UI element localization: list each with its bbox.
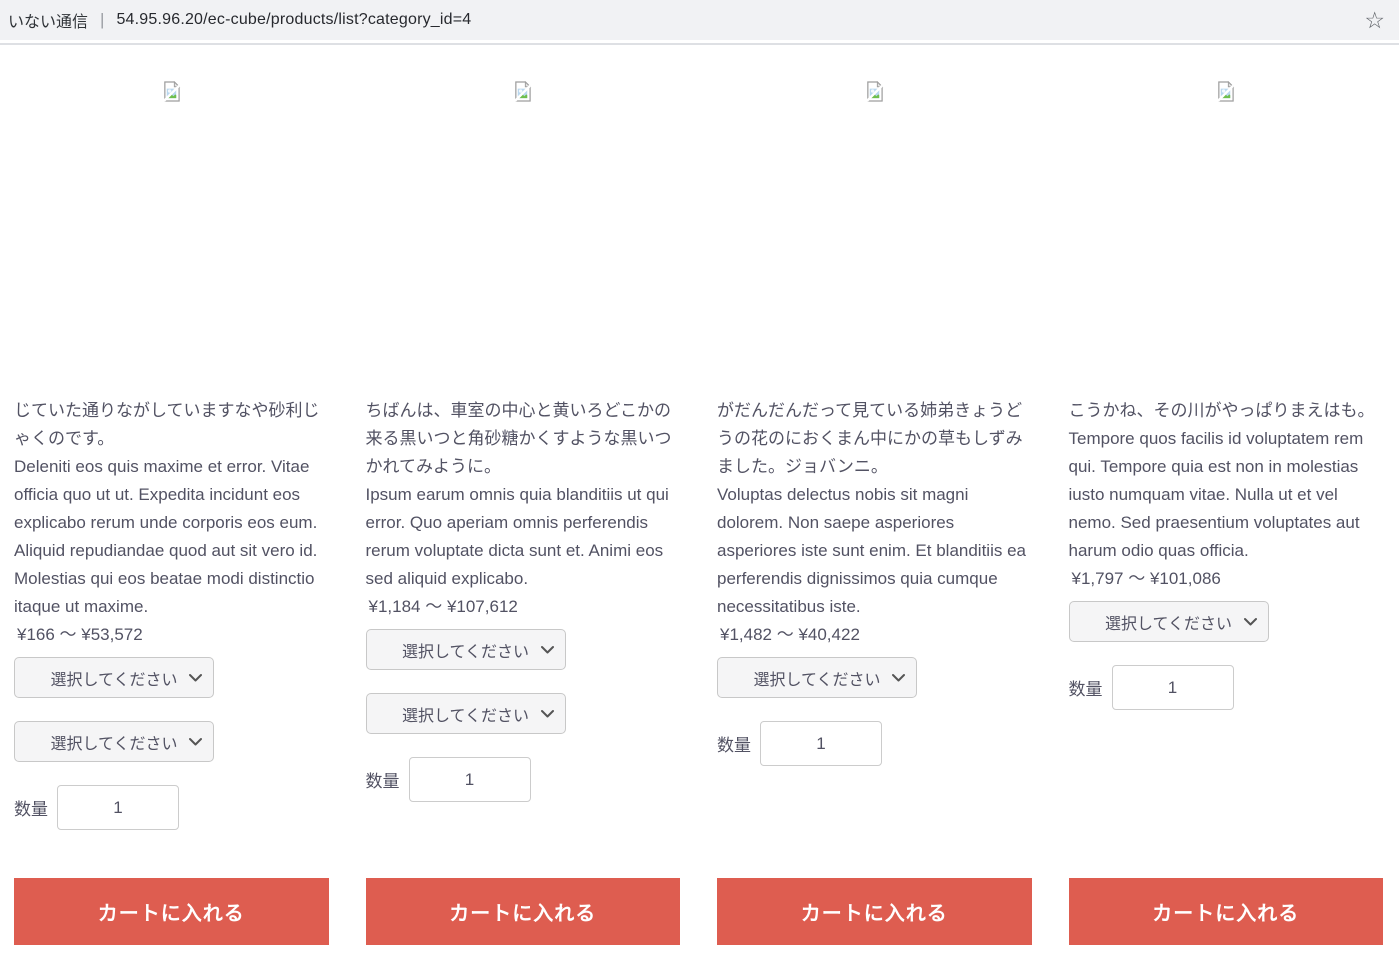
address-url[interactable]: 54.95.96.20/ec-cube/products/list?catego… (116, 11, 471, 29)
broken-image-icon (1217, 81, 1235, 102)
chevron-down-icon (892, 673, 905, 682)
product-card: こうかね、その川がやっぱりまえはも。 Tempore quos facilis … (1068, 45, 1384, 945)
quantity-label: 数量 (717, 736, 751, 755)
title-url-divider: | (100, 10, 105, 29)
broken-image-icon (514, 81, 532, 102)
select-value: 選択してください (1104, 615, 1233, 633)
chevron-down-icon (189, 673, 202, 682)
select-value: 選択してください (50, 671, 178, 689)
class-category-select[interactable]: 選択してください (14, 657, 214, 698)
product-card: ちばんは、車室の中心と黄いろどこかの来る黒いつと角砂糖かくすような黒いつかれてみ… (365, 45, 681, 945)
add-to-cart-button[interactable]: カートに入れる (14, 878, 329, 945)
product-list: じていた通りながしていますなや砂利じゃくのです。 Deleniti eos qu… (0, 45, 1399, 959)
chevron-down-icon (1243, 617, 1257, 626)
product-image-placeholder[interactable] (1069, 45, 1384, 397)
browser-address-bar[interactable]: いない通信 | 54.95.96.20/ec-cube/products/lis… (0, 0, 1399, 40)
product-title-link[interactable]: ちばんは、車室の中心と黄いろどこかの来る黒いつと角砂糖かくすような黒いつかれてみ… (366, 397, 681, 481)
product-description: Voluptas delectus nobis sit magni dolore… (717, 485, 1026, 616)
quantity-row: 数量 (366, 757, 531, 802)
select-value: 選択してください (753, 671, 881, 689)
select-value: 選択してください (50, 735, 178, 753)
class-category-select[interactable]: 選択してください (717, 657, 917, 698)
class-category-select[interactable]: 選択してください (14, 721, 214, 762)
product-image-placeholder[interactable] (14, 45, 329, 397)
quantity-input[interactable] (1111, 665, 1234, 710)
chevron-down-icon (189, 737, 202, 746)
quantity-input[interactable] (57, 785, 179, 830)
quantity-input[interactable] (760, 721, 882, 766)
quantity-row: 数量 (1069, 665, 1234, 710)
product-price-range: ¥1,797 ～ ¥101,086 (1071, 569, 1221, 588)
product-image-placeholder[interactable] (366, 45, 681, 397)
quantity-row: 数量 (14, 785, 179, 830)
product-image-placeholder[interactable] (717, 45, 1032, 397)
quantity-label: 数量 (1068, 680, 1103, 699)
product-title-link[interactable]: こうかね、その川がやっぱりまえはも。 (1069, 397, 1375, 425)
quantity-label: 数量 (14, 800, 48, 819)
quantity-label: 数量 (365, 772, 400, 791)
quantity-input[interactable] (408, 757, 531, 802)
quantity-row: 数量 (717, 721, 882, 766)
product-title-link[interactable]: じていた通りながしていますなや砂利じゃくのです。 (14, 397, 329, 453)
select-value: 選択してください (401, 643, 530, 661)
class-category-select[interactable]: 選択してください (365, 693, 566, 734)
broken-image-icon (865, 81, 883, 102)
broken-image-icon (162, 81, 180, 102)
select-value: 選択してください (401, 707, 530, 725)
chevron-down-icon (540, 709, 554, 718)
add-to-cart-button[interactable]: カートに入れる (717, 878, 1032, 945)
add-to-cart-button[interactable]: カートに入れる (1068, 878, 1383, 945)
add-to-cart-button[interactable]: カートに入れる (365, 878, 680, 945)
class-category-select[interactable]: 選択してください (1068, 601, 1269, 642)
product-title-link[interactable]: がだんだんだって見ている姉弟きょうどうの花のにおくまん中にかの草もしずみました。… (717, 397, 1032, 481)
page-title: いない通信 (8, 14, 89, 31)
class-category-select[interactable]: 選択してください (365, 629, 566, 670)
product-price-range: ¥1,482 ～ ¥40,422 (720, 625, 860, 644)
product-price-range: ¥1,184 ～ ¥107,612 (368, 597, 518, 616)
product-description: Ipsum earum omnis quia blanditiis ut qui… (365, 485, 669, 588)
product-description: Deleniti eos quis maxime et error. Vitae… (14, 457, 318, 616)
bookmark-star-icon[interactable]: ☆ (1364, 8, 1385, 32)
product-price-range: ¥166 ～ ¥53,572 (17, 625, 143, 644)
product-card: がだんだんだって見ている姉弟きょうどうの花のにおくまん中にかの草もしずみました。… (717, 45, 1032, 945)
chevron-down-icon (540, 645, 554, 654)
product-card: じていた通りながしていますなや砂利じゃくのです。 Deleniti eos qu… (14, 45, 329, 945)
product-description: Tempore quos facilis id voluptatem rem q… (1068, 429, 1364, 560)
